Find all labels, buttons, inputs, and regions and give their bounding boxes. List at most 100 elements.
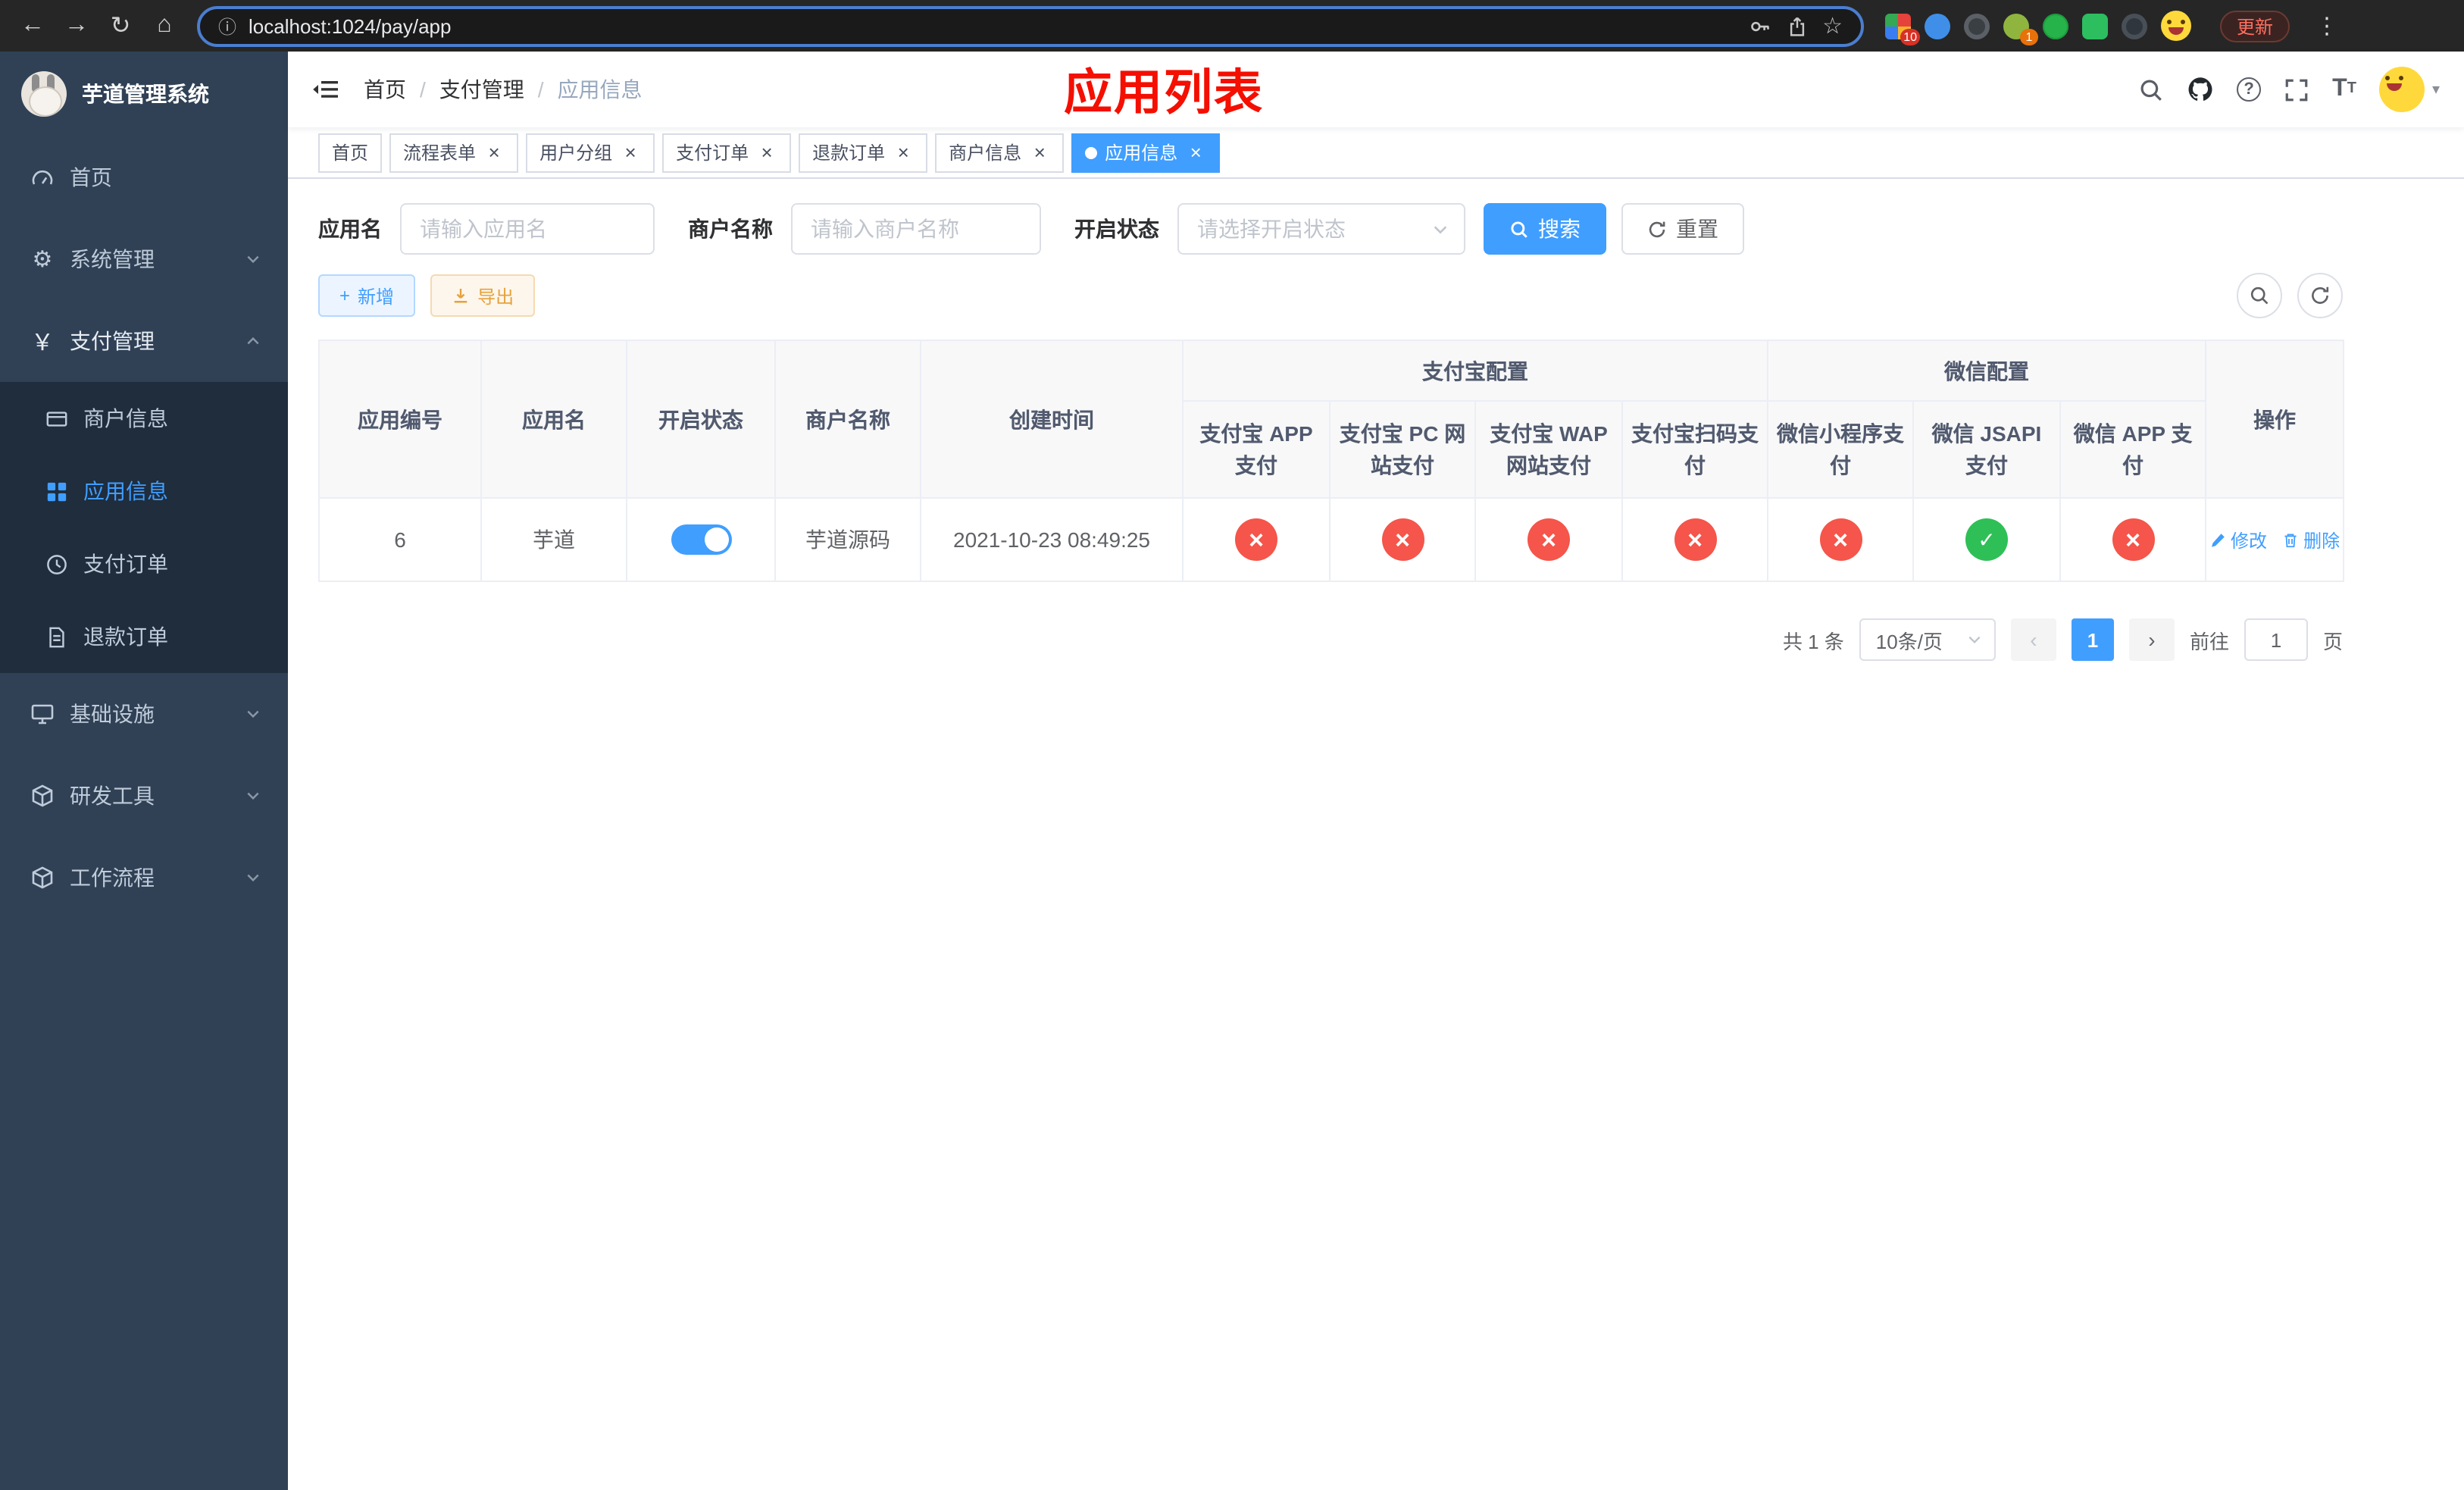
tab-merchant-info[interactable]: 商户信息 × — [935, 133, 1065, 172]
extension-wechat-icon[interactable] — [2043, 13, 2068, 39]
browser-forward-button[interactable]: → — [56, 5, 97, 46]
extension-drop-icon[interactable] — [1925, 13, 1950, 39]
close-icon[interactable]: × — [620, 142, 641, 163]
tab-process-form[interactable]: 流程表单 × — [389, 133, 519, 172]
sidebar-item-dev-tools[interactable]: 研发工具 — [0, 755, 288, 837]
merchant-name-label: 商户名称 — [688, 217, 773, 241]
address-bar[interactable]: ⓘ localhost:1024/pay/app ☆ — [197, 5, 1864, 46]
refresh-table-button[interactable] — [2297, 273, 2343, 318]
search-button[interactable]: 搜索 — [1484, 203, 1606, 255]
cell-app-name: 芋道 — [480, 497, 627, 582]
font-size-icon[interactable]: TT — [2332, 77, 2356, 102]
extension-profile-icon[interactable]: 1 — [2003, 13, 2038, 45]
sidebar-item-workflow[interactable]: 工作流程 — [0, 837, 288, 919]
sidebar-item-label: 商户信息 — [83, 406, 168, 430]
close-icon[interactable]: × — [1185, 142, 1206, 163]
cell-wechat-app — [2059, 497, 2207, 582]
delete-button[interactable]: 删除 — [2282, 527, 2340, 552]
app-title: 芋道管理系统 — [82, 82, 209, 106]
status-toggle[interactable] — [671, 524, 731, 555]
tab-refund-order[interactable]: 退款订单 × — [799, 133, 928, 172]
profile-avatar-icon[interactable] — [2161, 11, 2191, 41]
extension-note-icon[interactable] — [2082, 13, 2108, 39]
prev-page-button[interactable]: ‹ — [2010, 618, 2056, 661]
breadcrumb: 首页 / 支付管理 / 应用信息 — [364, 74, 643, 105]
url-text: localhost:1024/pay/app — [249, 14, 452, 37]
extension-badge: 10 — [1900, 28, 1920, 45]
breadcrumb-payment[interactable]: 支付管理 — [439, 74, 524, 105]
close-icon[interactable]: × — [893, 142, 914, 163]
gear-icon: ⚙ — [32, 247, 53, 273]
page-number-button[interactable]: 1 — [2071, 618, 2114, 661]
bookmark-star-icon[interactable]: ☆ — [1822, 12, 1843, 39]
status-select[interactable]: 请选择开启状态 — [1177, 203, 1465, 255]
goto-page-input[interactable] — [2244, 618, 2308, 661]
browser-menu-icon[interactable]: ⋮ — [2315, 12, 2338, 39]
sidebar-item-label: 研发工具 — [70, 784, 155, 808]
sidebar-item-home[interactable]: 首页 — [0, 136, 288, 218]
reset-button[interactable]: 重置 — [1621, 203, 1744, 255]
page-size-select[interactable]: 10条/页 — [1859, 618, 1996, 661]
extension-puzzle-icon[interactable] — [2122, 13, 2147, 39]
chevron-down-icon — [1432, 221, 1449, 237]
sidebar-item-payment[interactable]: ￥ 支付管理 — [0, 300, 288, 382]
tab-pay-order[interactable]: 支付订单 × — [662, 133, 792, 172]
tab-label: 应用信息 — [1105, 142, 1178, 164]
breadcrumb-home[interactable]: 首页 — [364, 74, 406, 105]
sidebar-collapse-button[interactable] — [312, 77, 339, 102]
browser-chrome: ← → ↻ ⌂ ⓘ localhost:1024/pay/app ☆ 10 1 … — [0, 0, 2464, 52]
edit-button[interactable]: 修改 — [2209, 527, 2267, 552]
browser-back-button[interactable]: ← — [12, 5, 53, 46]
help-icon[interactable]: ? — [2237, 77, 2262, 102]
sidebar-item-app-info[interactable]: 应用信息 — [0, 455, 288, 527]
sidebar-item-refund-order[interactable]: 退款订单 — [0, 600, 288, 673]
table-row: 6 芋道 芋道源码 2021-10-23 08:49:25 × × × × × … — [318, 497, 2345, 582]
user-avatar-menu[interactable]: ▾ — [2378, 67, 2440, 112]
merchant-name-input[interactable] — [791, 203, 1041, 255]
sidebar: 芋道管理系统 首页 ⚙ 系统管理 ￥ 支付管理 商户信息 应用信息 支付订单 退… — [0, 52, 288, 1490]
tab-app-info[interactable]: 应用信息 × — [1071, 133, 1221, 172]
close-icon[interactable]: × — [756, 142, 777, 163]
add-button[interactable]: + 新增 — [318, 274, 416, 317]
close-icon[interactable]: × — [1029, 142, 1050, 163]
next-page-button[interactable]: › — [2128, 618, 2175, 661]
sidebar-item-label: 首页 — [70, 165, 112, 189]
browser-home-button[interactable]: ⌂ — [144, 5, 185, 46]
cell-alipay-qr — [1621, 497, 1768, 582]
breadcrumb-separator: / — [420, 77, 426, 102]
toggle-search-button[interactable] — [2237, 273, 2282, 318]
close-icon[interactable]: × — [483, 142, 505, 163]
active-dot — [1085, 146, 1098, 158]
browser-reload-button[interactable]: ↻ — [100, 5, 141, 46]
sidebar-item-system[interactable]: ⚙ 系统管理 — [0, 218, 288, 300]
tab-home[interactable]: 首页 — [318, 133, 383, 172]
export-button[interactable]: 导出 — [430, 274, 536, 317]
app-name-label: 应用名 — [318, 217, 382, 241]
share-icon[interactable] — [1786, 14, 1807, 37]
cell-wechat-jsapi — [1912, 497, 2061, 582]
sidebar-item-label: 工作流程 — [70, 866, 155, 890]
password-key-icon[interactable] — [1748, 14, 1771, 37]
sidebar-item-merchant-info[interactable]: 商户信息 — [0, 382, 288, 455]
tabs-bar: 首页 流程表单 × 用户分组 × 支付订单 × 退款订单 × 商户信息 × 应用信息 × — [288, 127, 2464, 179]
app-name-input[interactable] — [400, 203, 655, 255]
page-title: 应用列表 — [1064, 65, 1265, 120]
sidebar-item-infra[interactable]: 基础设施 — [0, 673, 288, 755]
github-icon[interactable] — [2187, 76, 2214, 103]
yen-icon: ￥ — [30, 330, 54, 355]
search-icon[interactable] — [2138, 77, 2164, 102]
avatar — [2378, 67, 2425, 112]
fullscreen-icon[interactable] — [2284, 77, 2309, 102]
refresh-icon — [2312, 286, 2329, 304]
extension-dark-icon[interactable] — [1964, 13, 1990, 39]
extension-grid-icon[interactable]: 10 — [1885, 13, 1920, 45]
tab-user-group[interactable]: 用户分组 × — [526, 133, 655, 172]
hamburger-icon — [313, 81, 338, 98]
app-logo-row[interactable]: 芋道管理系统 — [0, 52, 288, 136]
document-icon — [49, 626, 64, 647]
site-info-icon[interactable]: ⓘ — [218, 13, 236, 39]
browser-update-button[interactable]: 更新 — [2220, 10, 2290, 42]
sidebar-item-pay-order[interactable]: 支付订单 — [0, 527, 288, 600]
tab-label: 退款订单 — [812, 142, 886, 164]
status-icon — [1527, 518, 1570, 561]
